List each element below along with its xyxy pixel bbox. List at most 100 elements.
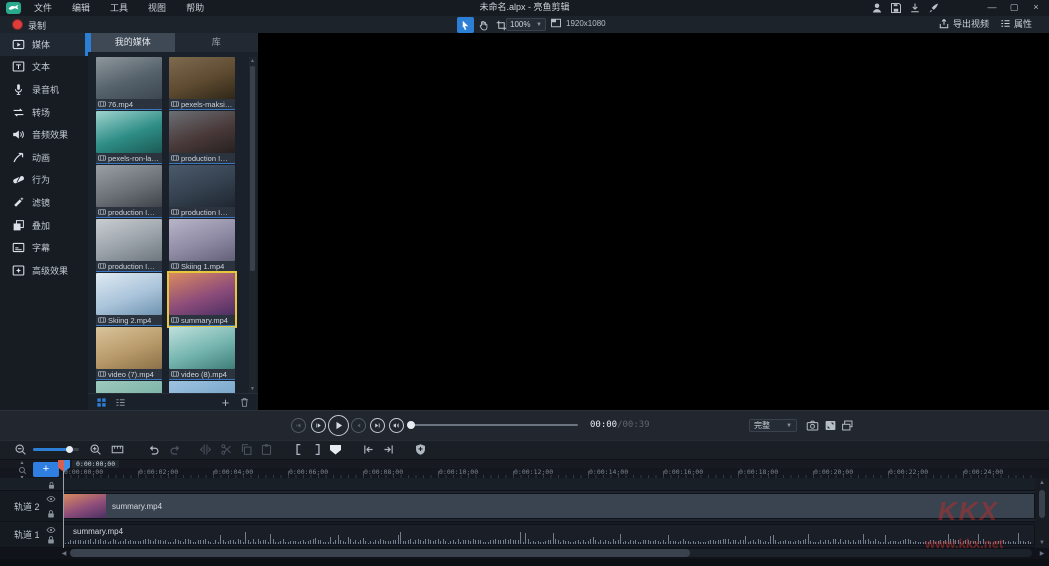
timeline-zoom-slider[interactable]	[33, 448, 79, 451]
undo-button[interactable]	[146, 442, 161, 457]
paste-button[interactable]	[259, 442, 274, 457]
menu-3[interactable]: 视图	[138, 0, 176, 16]
mark-in-button[interactable]	[292, 442, 307, 457]
step-backward-button[interactable]	[311, 418, 326, 433]
prev-clip-button[interactable]	[291, 418, 306, 433]
add-marker-button[interactable]	[328, 442, 343, 457]
add-track-button[interactable]: +	[33, 462, 59, 477]
cursor-tool[interactable]	[457, 17, 474, 33]
preview-canvas[interactable]	[258, 33, 1049, 410]
sidebar-item-4[interactable]: 音频效果	[0, 123, 88, 146]
account-icon[interactable]	[870, 1, 884, 15]
eye-icon[interactable]	[46, 494, 56, 504]
play-button[interactable]	[328, 415, 349, 436]
v-scroll-thumb[interactable]	[1039, 490, 1045, 518]
split-button[interactable]	[198, 442, 213, 457]
tracks-vertical-scrollbar[interactable]: ▲ ▼	[1035, 478, 1049, 548]
project-resolution[interactable]: 1920x1080	[550, 17, 606, 29]
zoom-slider-knob[interactable]	[66, 446, 73, 453]
menu-1[interactable]: 编辑	[62, 0, 100, 16]
sidebar-item-3[interactable]: 转场	[0, 101, 88, 124]
media-scroll-thumb[interactable]	[250, 66, 255, 271]
close-button[interactable]: ×	[1025, 0, 1047, 15]
menu-4[interactable]: 帮助	[176, 0, 214, 16]
record-button[interactable]: 录制	[28, 19, 46, 32]
sidebar-item-7[interactable]: 滤镜	[0, 191, 88, 214]
media-item-11[interactable]: video (8).mp4	[169, 327, 235, 380]
scroll-down-icon[interactable]: ▼	[1035, 540, 1049, 546]
properties-button[interactable]: 属性	[1000, 17, 1032, 30]
export-video-button[interactable]: 导出视频	[938, 17, 989, 30]
media-item-3[interactable]: production ID_...	[169, 111, 235, 164]
media-item-13[interactable]	[169, 381, 235, 393]
scroll-right-icon[interactable]: ▶	[1038, 550, 1046, 557]
media-item-6[interactable]: production ID_...	[96, 219, 162, 272]
canvas-zoom-select[interactable]: 100% ▼	[506, 18, 546, 31]
media-item-10[interactable]: video (7).mp4	[96, 327, 162, 380]
media-item-8[interactable]: Skiing 2.mp4	[96, 273, 162, 326]
media-item-7[interactable]: Skiing 1.mp4	[169, 219, 235, 272]
media-item-4[interactable]: production ID_...	[96, 165, 162, 218]
media-item-1[interactable]: pexels-maksim-...	[169, 57, 235, 110]
lock-icon[interactable]	[46, 535, 56, 545]
media-item-5[interactable]: production ID_...	[169, 165, 235, 218]
next-marker-button[interactable]	[381, 442, 396, 457]
mark-out-button[interactable]	[309, 442, 324, 457]
media-item-0[interactable]: 76.mp4	[96, 57, 162, 110]
sidebar-item-6[interactable]: 行为	[0, 169, 88, 192]
fullscreen-icon[interactable]	[823, 418, 837, 432]
brush-icon[interactable]	[927, 1, 941, 15]
media-scrollbar[interactable]: ▲ ▼	[249, 57, 256, 393]
sidebar-item-8[interactable]: 叠加	[0, 214, 88, 237]
grid-view-icon[interactable]	[96, 397, 107, 408]
list-view-icon[interactable]	[115, 397, 126, 408]
timeline-nav-widget[interactable]: ▲ ▼	[15, 460, 29, 479]
maximize-button[interactable]: ▢	[1003, 0, 1025, 15]
tab-library[interactable]: 库	[175, 33, 259, 52]
sidebar-item-5[interactable]: 动画	[0, 146, 88, 169]
fit-timeline-button[interactable]	[110, 442, 125, 457]
seek-bar[interactable]	[413, 424, 578, 426]
stop-button[interactable]	[351, 418, 366, 433]
cut-button[interactable]	[219, 442, 234, 457]
quiz-button[interactable]	[413, 442, 428, 457]
media-item-9[interactable]: summary.mp4	[169, 273, 235, 326]
save-icon[interactable]	[889, 1, 903, 15]
view-mode-select[interactable]: 完整 ▼	[749, 419, 797, 432]
h-scroll-track[interactable]	[70, 549, 1032, 557]
sidebar-item-0[interactable]: 媒体	[0, 33, 88, 56]
copy-button[interactable]	[239, 442, 254, 457]
scroll-left-icon[interactable]: ◀	[60, 550, 68, 557]
h-scroll-thumb[interactable]	[70, 549, 690, 557]
snapshot-icon[interactable]	[805, 418, 819, 432]
sidebar-item-10[interactable]: 高级效果	[0, 259, 88, 282]
hand-tool[interactable]	[475, 17, 492, 33]
minimize-button[interactable]: —	[981, 0, 1003, 15]
tab-my-media[interactable]: 我的媒体	[91, 33, 175, 52]
menu-0[interactable]: 文件	[24, 0, 62, 16]
eye-icon[interactable]	[46, 525, 56, 535]
timeline-ruler[interactable]: ▲ ▼ + 0:00:00;00 0:00:00;000:00:02;000:0…	[0, 459, 1049, 478]
scroll-up-icon[interactable]: ▲	[1035, 480, 1049, 486]
delete-media-icon[interactable]	[239, 397, 250, 408]
timeline-horizontal-scrollbar[interactable]: ◀ ▶	[0, 548, 1049, 559]
lock-icon[interactable]	[46, 480, 56, 490]
media-item-2[interactable]: pexels-ron-lach...	[96, 111, 162, 164]
download-icon[interactable]	[908, 1, 922, 15]
menu-2[interactable]: 工具	[100, 0, 138, 16]
clip-audio[interactable]: summary.mp4	[63, 524, 1035, 545]
scroll-up-icon[interactable]: ▲	[249, 58, 256, 64]
add-media-icon[interactable]: +	[220, 397, 231, 408]
detach-icon[interactable]	[840, 418, 854, 432]
lock-icon[interactable]	[46, 509, 56, 519]
record-icon[interactable]	[13, 20, 22, 29]
clip-video[interactable]: summary.mp4	[63, 493, 1035, 519]
seek-handle[interactable]	[407, 421, 415, 429]
redo-button[interactable]	[168, 442, 183, 457]
prev-marker-button[interactable]	[361, 442, 376, 457]
scroll-down-icon[interactable]: ▼	[249, 386, 256, 392]
sidebar-item-2[interactable]: 录音机	[0, 78, 88, 101]
media-item-12[interactable]	[96, 381, 162, 393]
sidebar-item-9[interactable]: 字幕	[0, 236, 88, 259]
zoom-out-button[interactable]	[13, 442, 28, 457]
